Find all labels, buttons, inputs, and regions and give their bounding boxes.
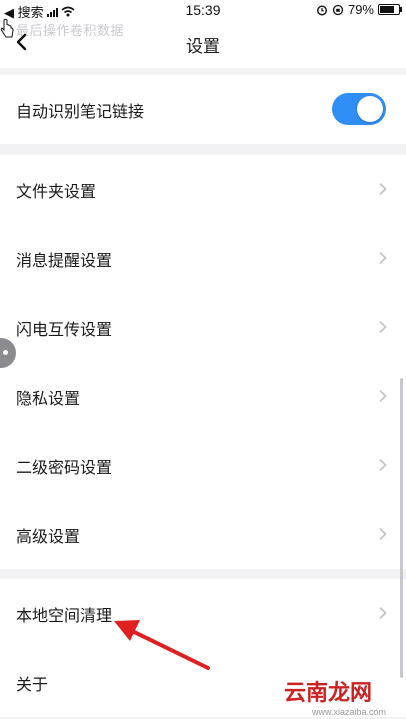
- page-title: 设置: [186, 37, 220, 56]
- settings-item-privacy[interactable]: 隐私设置: [0, 362, 406, 431]
- status-bar: ◀ 搜索 15:39 79%: [0, 0, 406, 20]
- scrollbar[interactable]: [400, 378, 403, 678]
- settings-item-local-storage-cleanup[interactable]: 本地空间清理: [0, 579, 406, 648]
- auto-link-row: 自动识别笔记链接: [0, 75, 406, 144]
- chevron-right-icon: [379, 606, 387, 620]
- settings-item-flash-transfer[interactable]: 闪电互传设置: [0, 293, 406, 362]
- chevron-right-icon: [379, 251, 387, 265]
- settings-group: 文件夹设置 消息提醒设置 闪电互传设置 隐私设置 二级密码设置 高级设置: [0, 155, 406, 569]
- settings-item-label: 本地空间清理: [16, 607, 113, 625]
- status-right: 79%: [316, 2, 402, 17]
- chevron-right-icon: [379, 389, 387, 403]
- watermark-logo: 云南龙网: [279, 675, 376, 707]
- settings-item-label: 高级设置: [16, 528, 81, 546]
- battery-percent: 79%: [347, 2, 374, 17]
- alarm-icon: [316, 4, 327, 16]
- chevron-right-icon: [379, 458, 387, 472]
- orientation-lock-icon: [332, 4, 344, 15]
- auto-link-label: 自动识别笔记链接: [16, 103, 145, 121]
- settings-item-secondary-password[interactable]: 二级密码设置: [0, 431, 406, 500]
- hand-cursor-icon: [0, 18, 14, 38]
- settings-item-label: 隐私设置: [16, 390, 81, 408]
- navigation-bar: 最后操作卷积数据 设置: [0, 20, 406, 68]
- settings-item-notification[interactable]: 消息提醒设置: [0, 224, 406, 293]
- settings-item-label: 关于: [16, 676, 49, 694]
- auto-link-toggle[interactable]: [332, 93, 386, 125]
- settings-item-advanced[interactable]: 高级设置: [0, 500, 406, 569]
- auto-link-group: 自动识别笔记链接: [0, 75, 406, 144]
- settings-item-label: 闪电互传设置: [16, 321, 113, 339]
- battery-icon: [378, 4, 402, 15]
- watermark-url: www.xiazaiba.com: [311, 707, 386, 717]
- chevron-right-icon: [379, 320, 387, 334]
- settings-item-label: 二级密码设置: [16, 459, 113, 477]
- chevron-right-icon: [379, 527, 387, 541]
- settings-item-label: 消息提醒设置: [16, 252, 113, 270]
- settings-item-label: 文件夹设置: [16, 183, 97, 201]
- toggle-knob: [357, 96, 383, 122]
- settings-item-folder[interactable]: 文件夹设置: [0, 155, 406, 224]
- chevron-right-icon: [379, 182, 387, 196]
